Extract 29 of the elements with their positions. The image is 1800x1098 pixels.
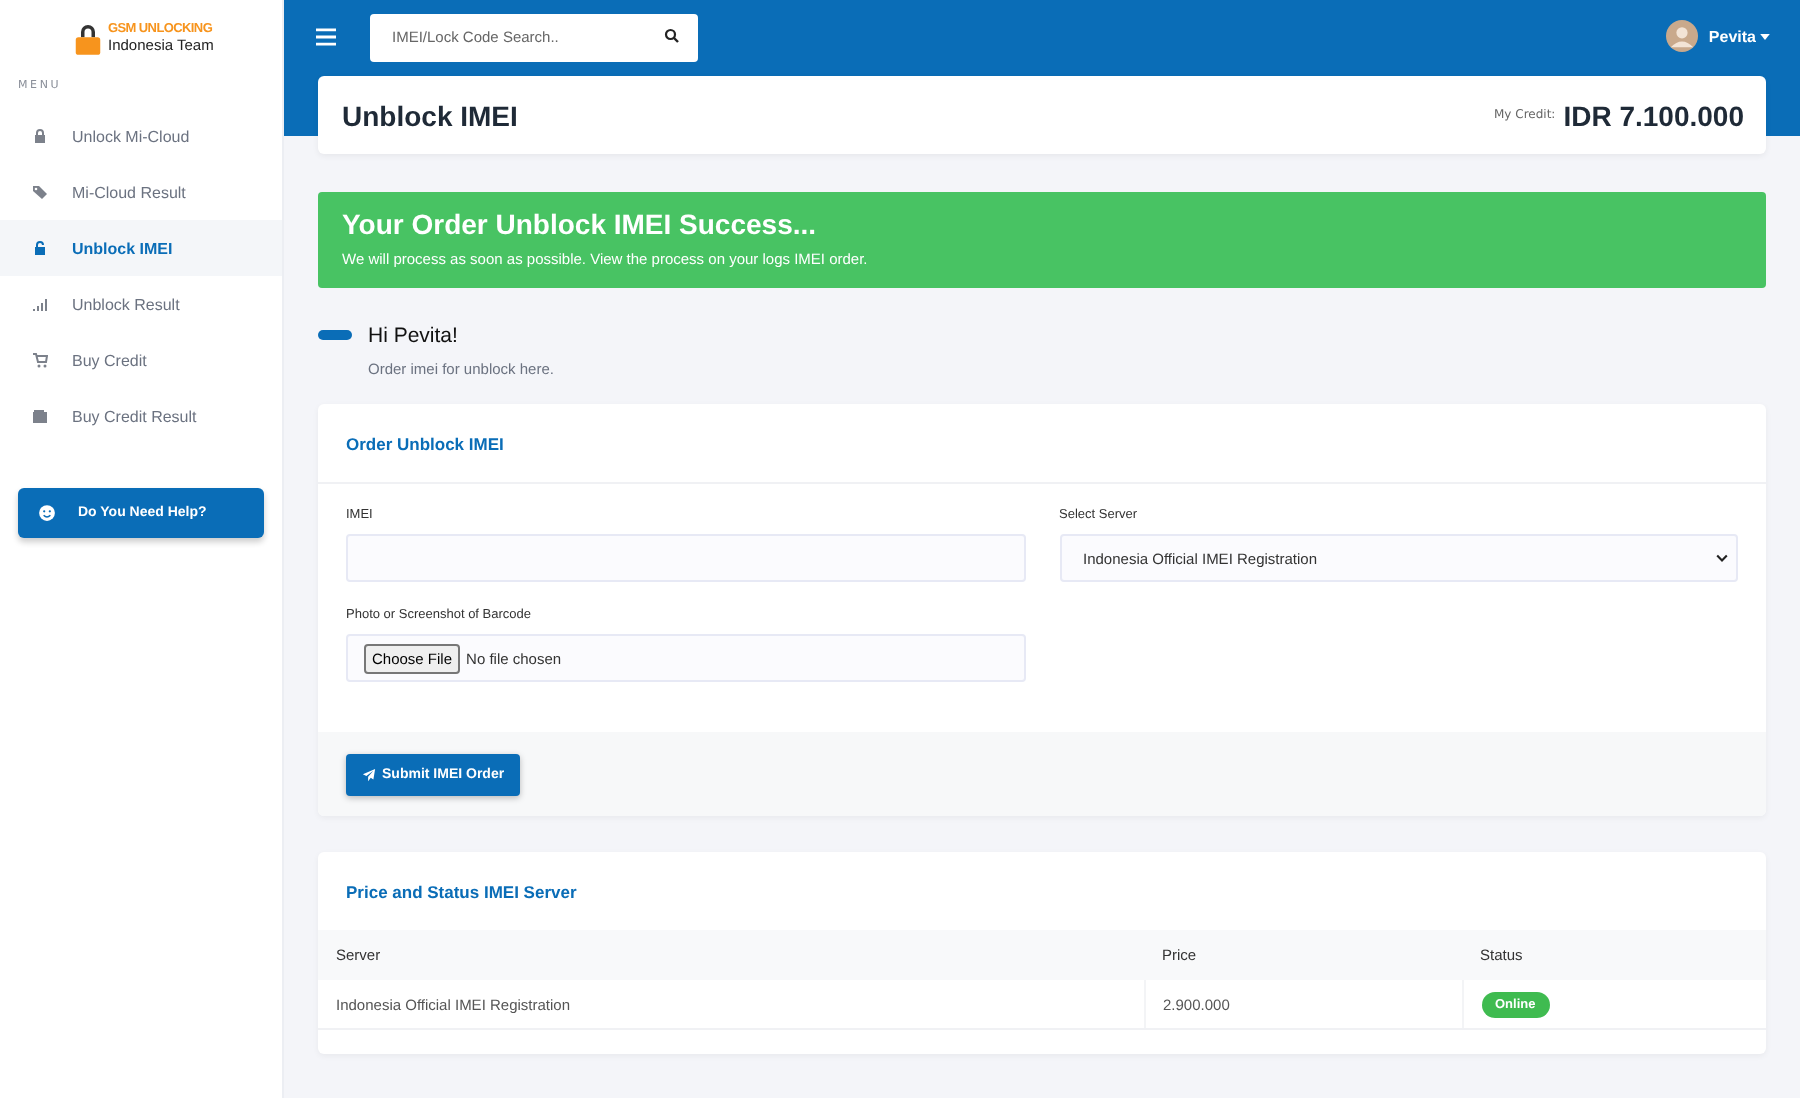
accent-bar [318, 330, 352, 340]
paper-plane-icon [362, 767, 376, 781]
card-title: Order Unblock IMEI [346, 433, 504, 453]
alert-title: Your Order Unblock IMEI Success... [342, 208, 819, 240]
sidebar-item[interactable]: Unlock Mi-Cloud [0, 108, 282, 164]
search-icon [664, 28, 680, 44]
sidebar-item[interactable]: Unblock Result [0, 276, 282, 332]
sidebar-item[interactable]: Buy Credit Result [0, 388, 282, 444]
credit-amount: IDR 7.100.000 [1563, 99, 1744, 131]
sidebar-item[interactable]: Buy Credit [0, 332, 282, 388]
logo-lock-icon [74, 21, 102, 55]
chevron-down-icon [1716, 554, 1728, 562]
tag-icon [32, 184, 48, 200]
unlock-icon [32, 240, 48, 256]
sidebar-item[interactable]: Unblock IMEI [0, 220, 282, 276]
wallet-icon [32, 408, 48, 424]
smiley-icon [38, 504, 56, 522]
card-title: Price and Status IMEI Server [346, 881, 577, 901]
lock-icon [32, 128, 48, 144]
signal-bars-icon [32, 296, 48, 312]
cart-icon [32, 352, 48, 368]
imei-input[interactable] [346, 534, 1025, 582]
menu-icon [316, 27, 336, 45]
greeting-title: Hi Pevita! [368, 324, 460, 348]
sidebar-item[interactable]: Mi-Cloud Result [0, 164, 282, 220]
user-menu[interactable]: Pevita [1708, 27, 1770, 45]
page-title: Unblock IMEI [342, 99, 518, 131]
caret-icon [1760, 33, 1770, 39]
avatar-icon [1666, 20, 1699, 52]
